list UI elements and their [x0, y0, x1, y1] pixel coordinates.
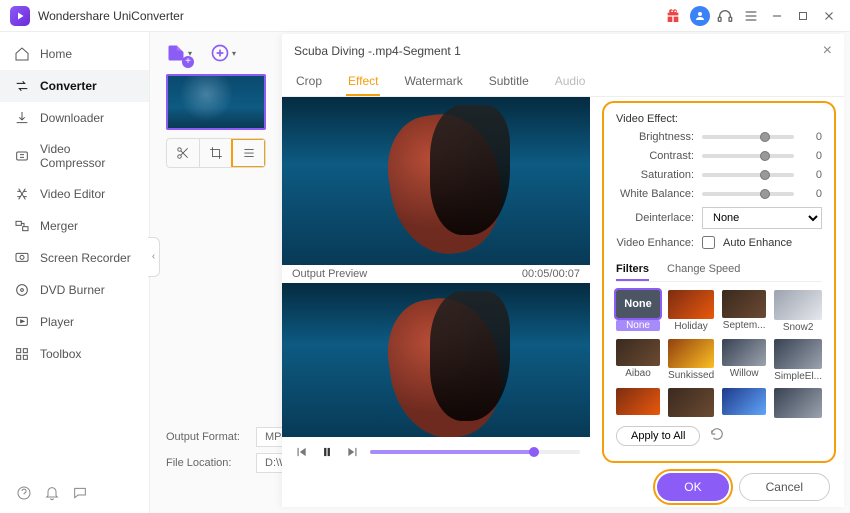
brightness-slider[interactable] — [702, 135, 794, 139]
add-file-button[interactable]: +▾ — [166, 40, 192, 66]
output-preview — [282, 283, 590, 437]
minimize-button[interactable] — [766, 5, 788, 27]
feedback-icon[interactable] — [72, 485, 88, 501]
effects-panel: Video Effect: Brightness: 0 Contrast: 0 Sa… — [602, 101, 836, 463]
sidebar: Home Converter Downloader Video Compress… — [0, 32, 150, 513]
deinterlace-label: Deinterlace: — [616, 212, 694, 224]
white-balance-value: 0 — [802, 188, 822, 200]
user-avatar[interactable] — [690, 6, 710, 26]
tab-effect[interactable]: Effect — [346, 68, 380, 96]
white-balance-slider[interactable] — [702, 192, 794, 196]
cancel-button[interactable]: Cancel — [739, 473, 830, 501]
sidebar-item-compressor[interactable]: Video Compressor — [0, 134, 149, 178]
filter-sunkissed[interactable]: Sunkissed — [668, 339, 714, 382]
deinterlace-select[interactable]: None — [702, 207, 822, 229]
subtab-speed[interactable]: Change Speed — [667, 259, 740, 281]
sidebar-collapse[interactable]: ‹ — [148, 237, 160, 277]
editor-tabs: Crop Effect Watermark Subtitle Audio — [282, 68, 844, 97]
sidebar-item-dvd[interactable]: DVD Burner — [0, 274, 149, 306]
close-button[interactable] — [818, 5, 840, 27]
refresh-icon[interactable] — [710, 427, 724, 444]
saturation-slider[interactable] — [702, 173, 794, 177]
white-balance-label: White Balance: — [616, 188, 694, 200]
seek-slider[interactable] — [370, 450, 580, 454]
sidebar-item-label: DVD Burner — [40, 283, 105, 297]
clip-thumbnail[interactable] — [166, 74, 266, 130]
add-folder-button[interactable]: ▾ — [210, 40, 236, 66]
filter-extra-3[interactable] — [722, 388, 766, 418]
sidebar-item-label: Video Editor — [40, 187, 105, 201]
output-preview-label: Output Preview — [292, 268, 367, 280]
brightness-label: Brightness: — [616, 131, 694, 143]
tab-audio: Audio — [553, 68, 588, 96]
enhance-label: Video Enhance: — [616, 237, 694, 249]
sidebar-item-recorder[interactable]: Screen Recorder — [0, 242, 149, 274]
effect-editor-panel: Scuba Diving -.mp4-Segment 1 × Crop Effe… — [282, 34, 844, 507]
sidebar-item-label: Screen Recorder — [40, 251, 131, 265]
saturation-label: Saturation: — [616, 169, 694, 181]
next-button[interactable] — [344, 443, 362, 461]
filter-grid: NoneNone Holiday Septem... Snow2 Aibao S… — [616, 290, 822, 418]
filter-holiday[interactable]: Holiday — [668, 290, 714, 333]
filter-willow[interactable]: Willow — [722, 339, 766, 382]
video-effect-heading: Video Effect: — [616, 113, 822, 125]
editor-close[interactable]: × — [823, 42, 832, 60]
auto-enhance-label: Auto Enhance — [723, 237, 792, 249]
gift-icon[interactable] — [662, 5, 684, 27]
app-logo — [10, 6, 30, 26]
sidebar-item-label: Player — [40, 315, 74, 329]
sidebar-item-toolbox[interactable]: Toolbox — [0, 338, 149, 370]
sidebar-item-label: Toolbox — [40, 347, 81, 361]
brightness-value: 0 — [802, 131, 822, 143]
filter-extra-1[interactable] — [616, 388, 660, 418]
maximize-button[interactable] — [792, 5, 814, 27]
saturation-value: 0 — [802, 169, 822, 181]
sidebar-item-label: Video Compressor — [40, 142, 135, 170]
source-preview — [282, 97, 590, 265]
sidebar-item-merger[interactable]: Merger — [0, 210, 149, 242]
prev-button[interactable] — [292, 443, 310, 461]
filter-extra-4[interactable] — [774, 388, 822, 418]
filter-september[interactable]: Septem... — [722, 290, 766, 333]
sidebar-item-editor[interactable]: Video Editor — [0, 178, 149, 210]
filter-extra-2[interactable] — [668, 388, 714, 418]
filter-simpleel[interactable]: SimpleEl... — [774, 339, 822, 382]
file-location-label: File Location: — [166, 457, 246, 469]
app-title: Wondershare UniConverter — [38, 9, 184, 23]
bell-icon[interactable] — [44, 485, 60, 501]
filter-aibao[interactable]: Aibao — [616, 339, 660, 382]
filter-none[interactable]: NoneNone — [616, 290, 660, 333]
filter-snow2[interactable]: Snow2 — [774, 290, 822, 333]
titlebar: Wondershare UniConverter — [0, 0, 850, 32]
effect-icon[interactable] — [232, 139, 265, 167]
crop-icon[interactable] — [199, 139, 232, 167]
sidebar-item-label: Merger — [40, 219, 78, 233]
sidebar-item-converter[interactable]: Converter — [0, 70, 149, 102]
time-indicator: 00:05/00:07 — [522, 268, 580, 280]
tab-watermark[interactable]: Watermark — [402, 68, 464, 96]
tab-subtitle[interactable]: Subtitle — [487, 68, 531, 96]
headset-icon[interactable] — [714, 5, 736, 27]
tab-crop[interactable]: Crop — [294, 68, 324, 96]
contrast-value: 0 — [802, 150, 822, 162]
ok-button[interactable]: OK — [657, 473, 728, 501]
apply-to-all-button[interactable]: Apply to All — [616, 426, 700, 446]
contrast-slider[interactable] — [702, 154, 794, 158]
output-format-label: Output Format: — [166, 431, 246, 443]
sidebar-item-downloader[interactable]: Downloader — [0, 102, 149, 134]
subtab-filters[interactable]: Filters — [616, 259, 649, 281]
contrast-label: Contrast: — [616, 150, 694, 162]
editor-title: Scuba Diving -.mp4-Segment 1 — [294, 44, 461, 58]
sidebar-item-player[interactable]: Player — [0, 306, 149, 338]
trim-icon[interactable] — [167, 139, 199, 167]
menu-icon[interactable] — [740, 5, 762, 27]
auto-enhance-checkbox[interactable] — [702, 236, 715, 249]
sidebar-item-label: Downloader — [40, 111, 104, 125]
sidebar-item-label: Home — [40, 47, 72, 61]
sidebar-item-home[interactable]: Home — [0, 38, 149, 70]
pause-button[interactable] — [318, 443, 336, 461]
sidebar-item-label: Converter — [40, 79, 97, 93]
help-icon[interactable] — [16, 485, 32, 501]
